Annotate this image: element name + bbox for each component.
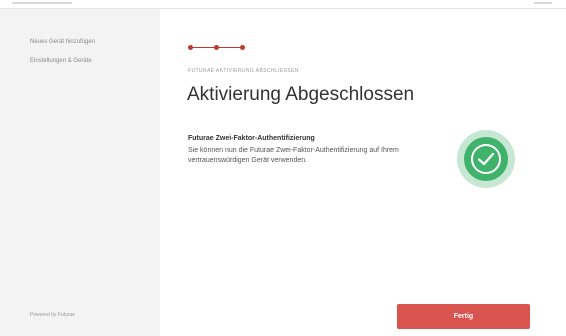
sidebar-item-settings-devices[interactable]: Einstellungen & Geräte — [30, 58, 92, 64]
progress-stepper — [188, 45, 246, 51]
window-control[interactable] — [534, 2, 552, 4]
main-content: FUTURAE AKTIVIERUNG ABSCHLIESSEN Aktivie… — [160, 9, 566, 336]
sidebar-footer: Powered by Futurae — [30, 312, 76, 318]
check-circle-icon — [457, 130, 515, 188]
stepper-step-2 — [214, 45, 219, 50]
sidebar: Neues Gerät hinzufügen Einstellungen & G… — [0, 9, 160, 336]
card-title: Futurae Zwei-Faktor-Authentifizierung — [188, 135, 315, 142]
page-title: Aktivierung Abgeschlossen — [187, 84, 415, 105]
done-button[interactable]: Fertig — [397, 304, 530, 329]
top-bar — [0, 0, 566, 9]
section-label: FUTURAE AKTIVIERUNG ABSCHLIESSEN — [188, 68, 299, 74]
sidebar-item-add-device[interactable]: Neues Gerät hinzufügen — [30, 39, 95, 45]
stepper-step-1 — [188, 45, 193, 50]
stepper-step-3 — [240, 45, 245, 50]
card-body: Sie können nun die Futurae Zwei-Faktor-A… — [188, 147, 399, 164]
checkmark-icon — [471, 144, 501, 174]
logo — [12, 2, 72, 4]
